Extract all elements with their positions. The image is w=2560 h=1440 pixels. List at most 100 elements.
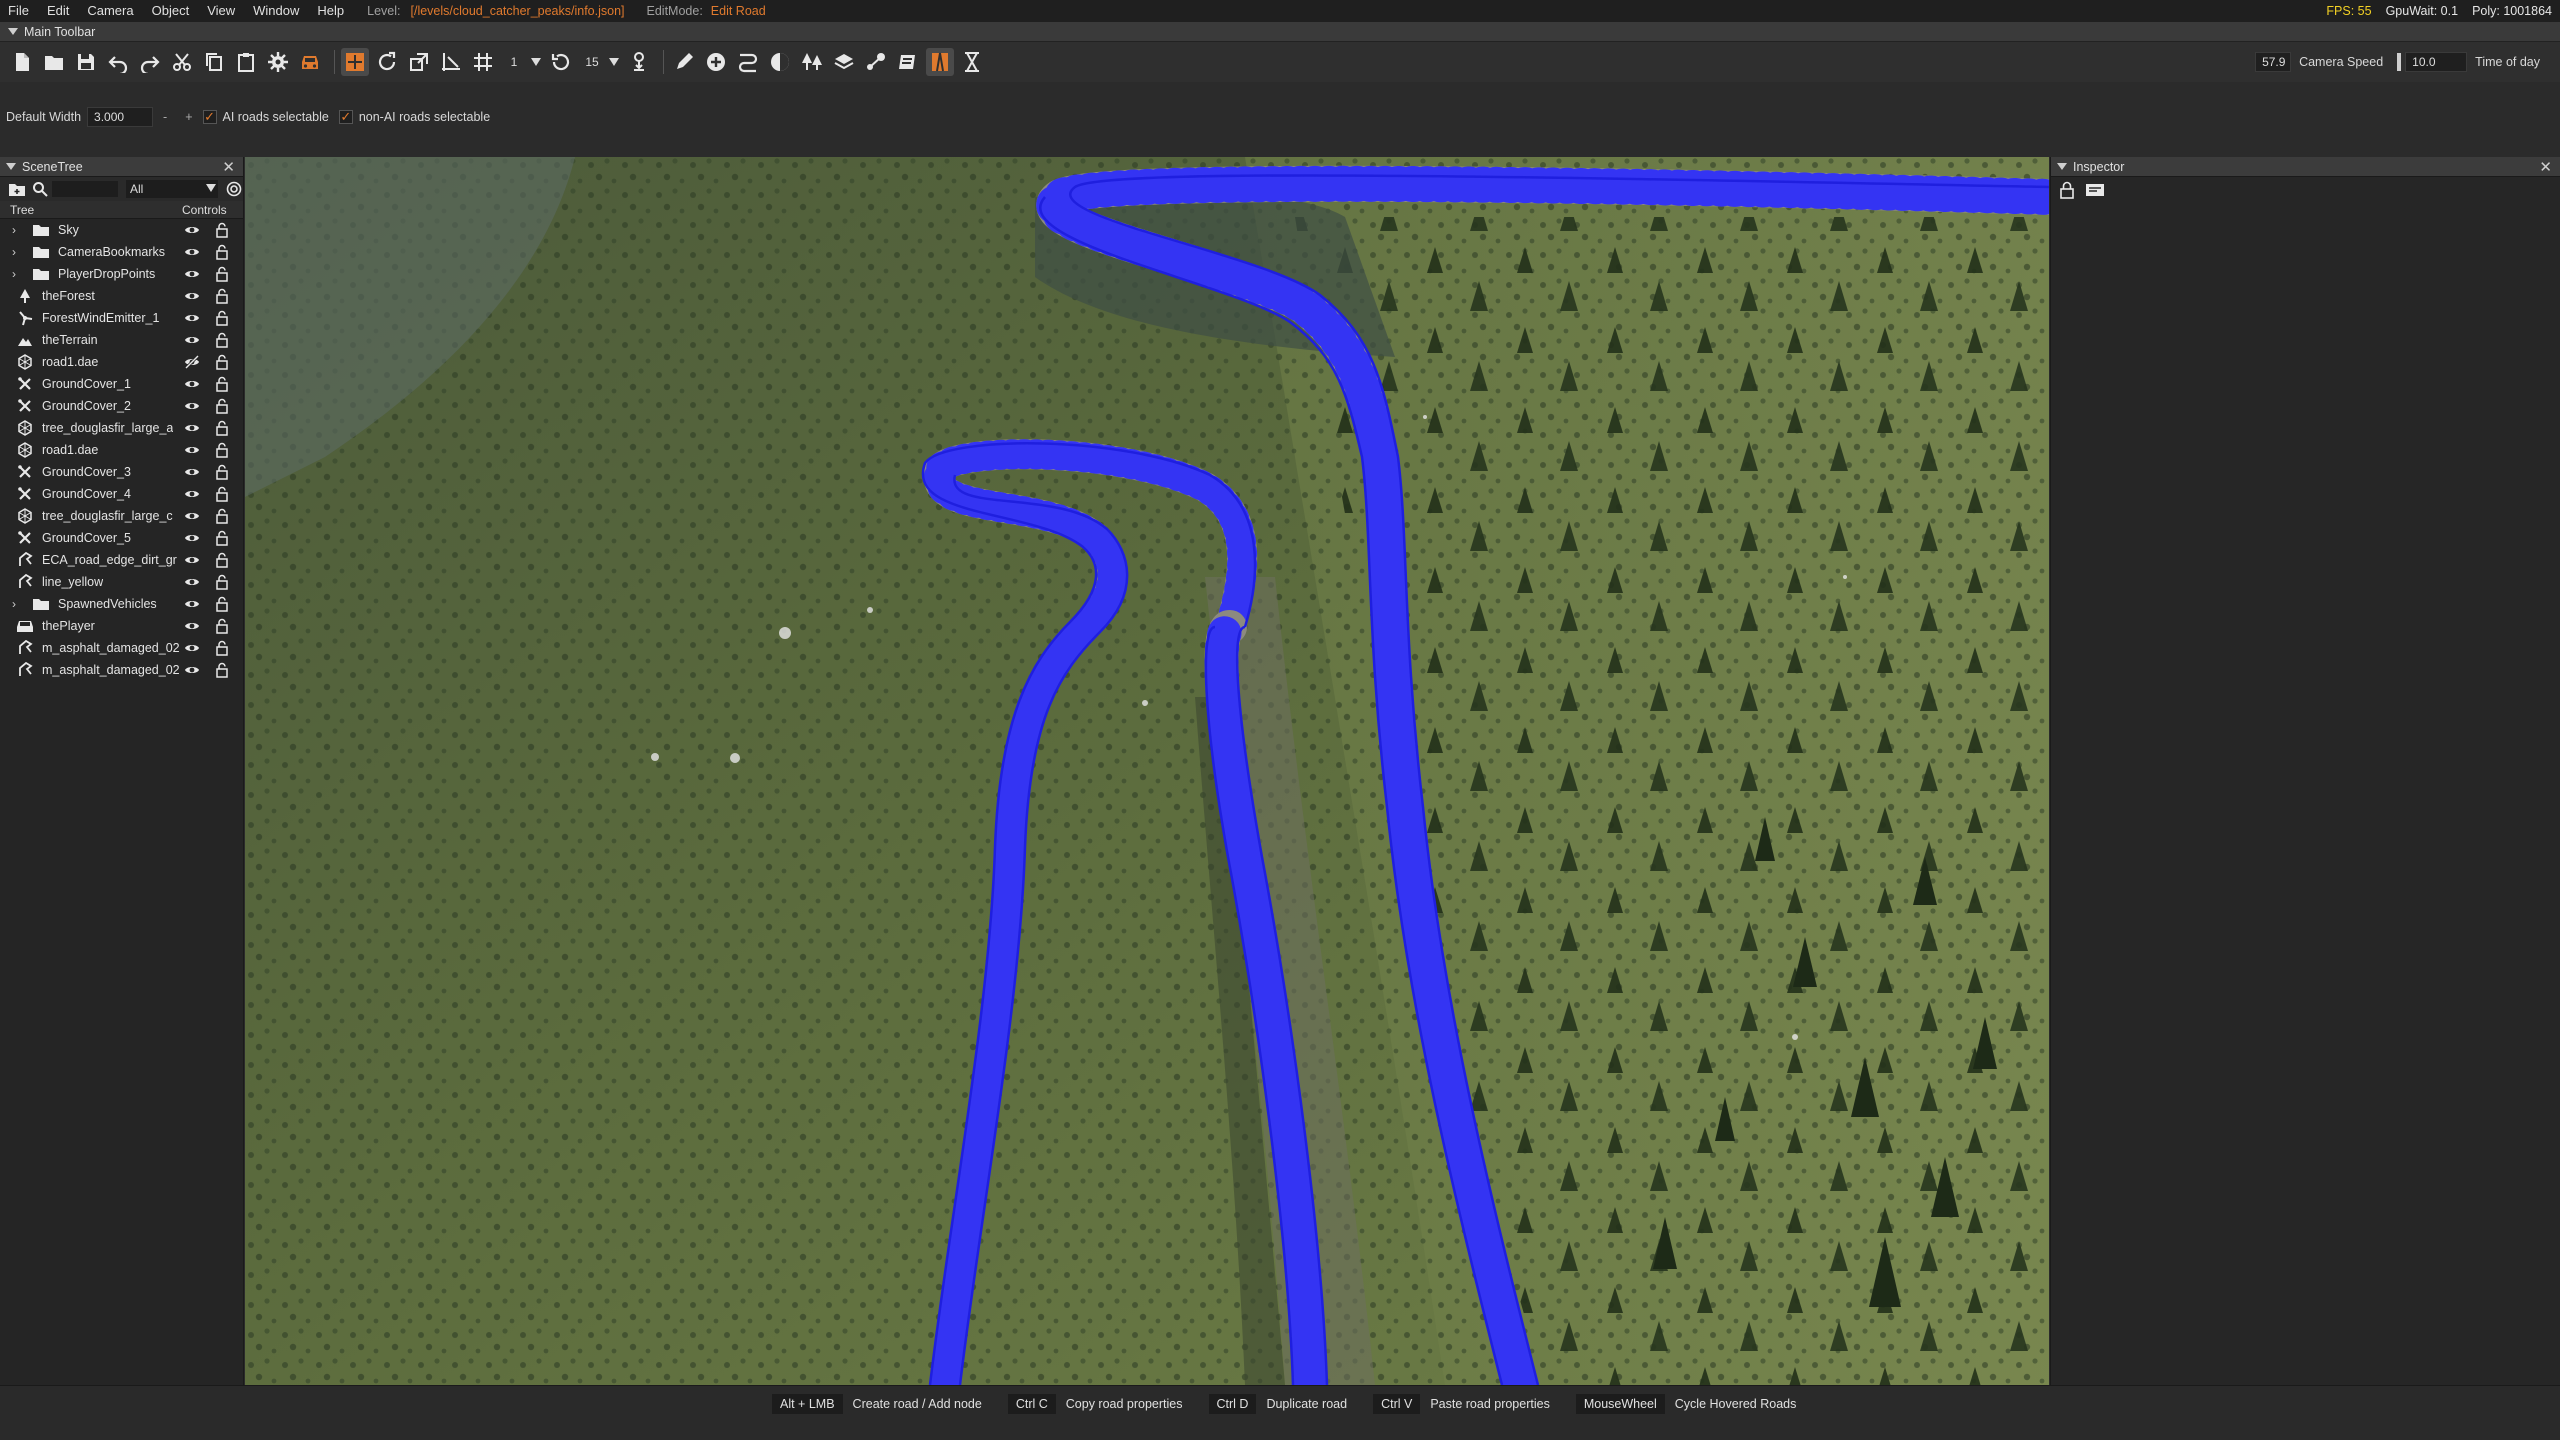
eye-icon[interactable]	[184, 575, 200, 589]
tree-row[interactable]: tree_douglasfir_large_a	[0, 417, 243, 439]
scene-tree-search-input[interactable]	[52, 181, 118, 197]
lock-icon[interactable]	[215, 288, 229, 304]
tree-row[interactable]: theTerrain	[0, 329, 243, 351]
menu-help[interactable]: Help	[308, 0, 353, 22]
lock-icon[interactable]	[215, 266, 229, 282]
drop-to-ground-button[interactable]	[625, 48, 653, 76]
scale-tool-button[interactable]	[405, 48, 433, 76]
lock-icon[interactable]	[215, 574, 229, 590]
new-window-icon[interactable]	[2085, 182, 2105, 198]
undo-button[interactable]	[104, 48, 132, 76]
eye-icon[interactable]	[184, 509, 200, 523]
add-object-button[interactable]	[702, 48, 730, 76]
scene-tree-header[interactable]: SceneTree ✕	[0, 157, 243, 177]
menu-view[interactable]: View	[198, 0, 244, 22]
lock-icon[interactable]	[215, 222, 229, 238]
rotation-snap-value[interactable]: 15	[581, 55, 603, 69]
terrain-paint-button[interactable]	[766, 48, 794, 76]
new-folder-icon[interactable]	[8, 181, 26, 197]
lock-icon[interactable]	[215, 662, 229, 678]
decrement-button[interactable]: -	[163, 110, 167, 124]
new-file-button[interactable]	[8, 48, 36, 76]
eye-icon[interactable]	[184, 245, 200, 259]
default-width-input[interactable]: 3.000	[87, 107, 154, 127]
lock-icon[interactable]	[215, 398, 229, 414]
chevron-right-icon[interactable]: ›	[12, 223, 26, 237]
open-folder-button[interactable]	[40, 48, 68, 76]
eye-icon[interactable]	[184, 619, 200, 633]
non-ai-roads-checkbox[interactable]: ✓	[338, 109, 353, 124]
layers-button[interactable]	[830, 48, 858, 76]
snap-tool-button[interactable]	[437, 48, 465, 76]
main-toolbar-header[interactable]: Main Toolbar	[0, 22, 2560, 42]
chevron-right-icon[interactable]: ›	[12, 267, 26, 281]
filter-options-icon[interactable]	[226, 181, 242, 197]
tree-row[interactable]: ForestWindEmitter_1	[0, 307, 243, 329]
redo-button[interactable]	[136, 48, 164, 76]
save-button[interactable]	[72, 48, 100, 76]
eye-icon[interactable]	[184, 443, 200, 457]
rotation-snap-button[interactable]	[547, 48, 575, 76]
tree-row[interactable]: road1.dae	[0, 351, 243, 373]
menu-camera[interactable]: Camera	[78, 0, 142, 22]
inspector-header[interactable]: Inspector ✕	[2051, 157, 2560, 177]
tree-row[interactable]: theForest	[0, 285, 243, 307]
lock-icon[interactable]	[215, 508, 229, 524]
tree-row[interactable]: GroundCover_2	[0, 395, 243, 417]
tree-row[interactable]: GroundCover_5	[0, 527, 243, 549]
tree-row[interactable]: GroundCover_1	[0, 373, 243, 395]
decal-road-button[interactable]	[894, 48, 922, 76]
eye-icon[interactable]	[184, 465, 200, 479]
eye-off-icon[interactable]	[184, 354, 200, 370]
chevron-right-icon[interactable]: ›	[12, 245, 26, 259]
tree-row[interactable]: › Sky	[0, 219, 243, 241]
tree-row[interactable]: m_asphalt_damaged_02	[0, 659, 243, 681]
increment-button[interactable]: +	[185, 110, 192, 124]
eye-icon[interactable]	[184, 597, 200, 611]
pencil-tool-button[interactable]	[670, 48, 698, 76]
vehicle-button[interactable]	[296, 48, 324, 76]
eye-icon[interactable]	[184, 641, 200, 655]
settings-button[interactable]	[264, 48, 292, 76]
eye-icon[interactable]	[184, 311, 200, 325]
lock-icon[interactable]	[215, 618, 229, 634]
collapse-icon[interactable]	[2057, 163, 2067, 170]
time-of-day-field[interactable]: 10.0	[2405, 52, 2468, 72]
lock-icon[interactable]	[215, 420, 229, 436]
cut-button[interactable]	[168, 48, 196, 76]
ai-roads-checkbox[interactable]: ✓	[202, 109, 217, 124]
eye-icon[interactable]	[184, 377, 200, 391]
menu-edit[interactable]: Edit	[38, 0, 78, 22]
eye-icon[interactable]	[184, 421, 200, 435]
eye-icon[interactable]	[184, 487, 200, 501]
lock-icon[interactable]	[215, 376, 229, 392]
eye-icon[interactable]	[184, 223, 200, 237]
viewport-scene[interactable]	[245, 157, 2049, 1385]
grid-snap-value[interactable]: 1	[503, 55, 525, 69]
lock-icon[interactable]	[215, 442, 229, 458]
scene-tree-filter-select[interactable]: All	[126, 180, 218, 198]
grid-snap-dropdown-icon[interactable]	[531, 58, 541, 66]
eye-icon[interactable]	[184, 333, 200, 347]
eye-icon[interactable]	[184, 289, 200, 303]
river-editor-button[interactable]	[958, 48, 986, 76]
lock-icon[interactable]	[215, 530, 229, 546]
camera-speed-field[interactable]: 57.9	[2255, 52, 2292, 72]
eye-icon[interactable]	[184, 553, 200, 567]
mesh-road-button[interactable]	[926, 48, 954, 76]
rotation-snap-dropdown-icon[interactable]	[609, 58, 619, 66]
rotate-tool-button[interactable]	[373, 48, 401, 76]
lock-icon[interactable]	[215, 552, 229, 568]
node-editor-button[interactable]	[862, 48, 890, 76]
lock-icon[interactable]	[215, 486, 229, 502]
lock-icon[interactable]	[215, 596, 229, 612]
menu-file[interactable]: File	[0, 0, 38, 22]
tree-row[interactable]: › SpawnedVehicles	[0, 593, 243, 615]
paste-button[interactable]	[232, 48, 260, 76]
lock-icon[interactable]	[215, 640, 229, 656]
camera-speed-slider[interactable]	[2397, 53, 2402, 71]
translate-tool-button[interactable]	[341, 48, 369, 76]
copy-button[interactable]	[200, 48, 228, 76]
tree-row[interactable]: › PlayerDropPoints	[0, 263, 243, 285]
lock-icon[interactable]	[2059, 181, 2075, 199]
